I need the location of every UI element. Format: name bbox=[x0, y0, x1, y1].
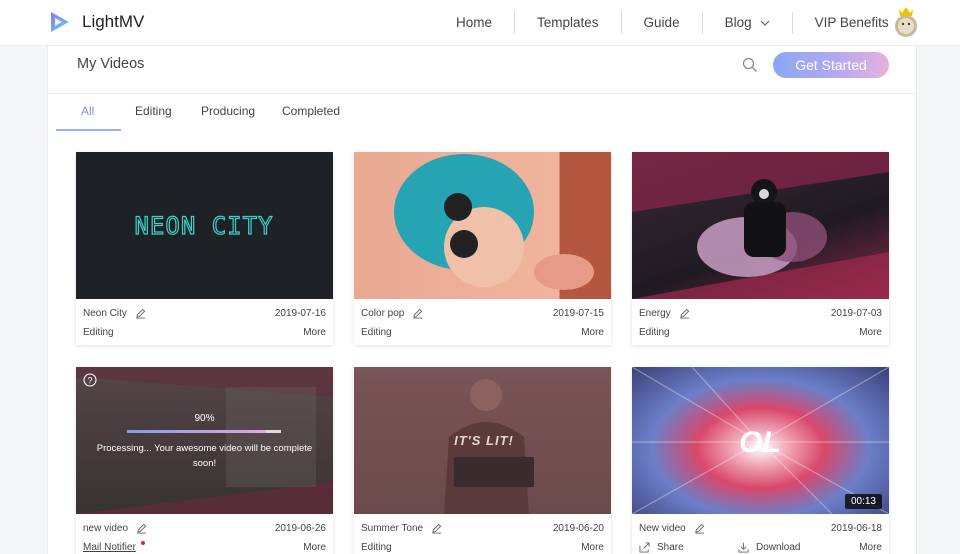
more-button[interactable]: More bbox=[581, 327, 604, 338]
video-duration: 00:13 bbox=[844, 494, 882, 509]
pencil-icon[interactable] bbox=[136, 523, 147, 534]
thumbnail-title-text: IT'S LIT! bbox=[454, 433, 514, 448]
panel-header: My Videos Get Started bbox=[48, 46, 916, 94]
video-name: Neon City bbox=[83, 308, 146, 319]
svg-text:?: ? bbox=[87, 376, 92, 386]
more-button[interactable]: More bbox=[303, 327, 326, 338]
video-status: Editing bbox=[83, 327, 114, 338]
video-name-label: Neon City bbox=[83, 308, 127, 319]
video-card: Color pop 2019-07-15 Editing More bbox=[354, 152, 611, 345]
video-name-label: Summer Tone bbox=[361, 523, 424, 534]
get-started-button[interactable]: Get Started bbox=[773, 52, 889, 78]
card-meta: New video 2019-06-18 Share Download More bbox=[632, 514, 889, 554]
active-tab-indicator bbox=[56, 129, 121, 131]
nav-blog-label: Blog bbox=[724, 15, 752, 30]
thumbnail-title-text: OL bbox=[739, 426, 781, 459]
neon-city-thumbnail-art: NEON CITY bbox=[134, 211, 273, 240]
tab-all[interactable]: All bbox=[81, 104, 94, 118]
video-date: 2019-06-26 bbox=[274, 523, 326, 534]
tab-editing[interactable]: Editing bbox=[135, 104, 172, 118]
video-name: New video bbox=[639, 523, 705, 534]
progress-bar-fill bbox=[127, 430, 266, 433]
card-meta: Summer Tone 2019-06-20 Editing More bbox=[354, 514, 611, 554]
video-thumbnail[interactable]: IT'S LIT! bbox=[354, 367, 611, 514]
more-button[interactable]: More bbox=[303, 542, 326, 553]
thumbnail-title-text: NEON CITY bbox=[134, 212, 273, 240]
card-meta: Energy 2019-07-03 Editing More bbox=[632, 299, 889, 345]
video-date: 2019-07-15 bbox=[552, 308, 604, 319]
video-name-label: new video bbox=[83, 523, 129, 534]
video-name: Summer Tone bbox=[361, 523, 442, 534]
chevron-down-icon bbox=[760, 20, 770, 26]
lightmv-logo-icon bbox=[51, 12, 69, 32]
mail-notifier-link[interactable]: Mail Notifier bbox=[83, 542, 136, 553]
card-meta: new video 2019-06-26 Mail Notifier More bbox=[76, 514, 333, 554]
share-label: Share bbox=[657, 542, 684, 553]
color-pop-thumbnail-art bbox=[394, 154, 594, 290]
processing-message: Processing... Your awesome video will be… bbox=[96, 443, 313, 469]
main-nav: Home Templates Guide Blog VIP Benefits bbox=[434, 0, 911, 46]
notification-dot bbox=[141, 541, 145, 545]
video-date: 2019-07-16 bbox=[274, 308, 326, 319]
video-date: 2019-07-03 bbox=[830, 308, 882, 319]
video-card: Energy 2019-07-03 Editing More bbox=[632, 152, 889, 345]
more-button[interactable]: More bbox=[859, 327, 882, 338]
download-label: Download bbox=[756, 542, 801, 553]
video-status: Editing bbox=[361, 542, 392, 553]
video-thumbnail[interactable] bbox=[632, 152, 889, 299]
tab-producing[interactable]: Producing bbox=[201, 104, 255, 118]
nav-blog[interactable]: Blog bbox=[703, 12, 793, 34]
video-thumbnail[interactable]: ? 90% Processing... Your awesome video w… bbox=[76, 367, 333, 514]
video-status: Editing bbox=[361, 327, 392, 338]
video-name-label: Color pop bbox=[361, 308, 405, 319]
video-name: Energy bbox=[639, 308, 690, 319]
video-name: Color pop bbox=[361, 308, 423, 319]
nav-templates[interactable]: Templates bbox=[515, 12, 622, 34]
share-icon bbox=[639, 542, 650, 553]
summer-tone-thumbnail-art: IT'S LIT! bbox=[444, 379, 534, 514]
video-thumbnail[interactable]: NEON CITY bbox=[76, 152, 333, 299]
nav-guide[interactable]: Guide bbox=[622, 12, 703, 34]
card-meta: Neon City 2019-07-16 Editing More bbox=[76, 299, 333, 345]
video-thumbnail[interactable] bbox=[354, 152, 611, 299]
tab-completed[interactable]: Completed bbox=[282, 104, 340, 118]
video-thumbnail[interactable]: OL 00:13 bbox=[632, 367, 889, 514]
pencil-icon[interactable] bbox=[412, 308, 423, 319]
video-name-label: Energy bbox=[639, 308, 671, 319]
pencil-icon[interactable] bbox=[431, 523, 442, 534]
video-date: 2019-06-20 bbox=[552, 523, 604, 534]
top-navbar: LightMV Home Templates Guide Blog VIP Be… bbox=[0, 0, 960, 46]
page-title: My Videos bbox=[77, 56, 145, 72]
search-icon[interactable] bbox=[742, 57, 758, 73]
video-card: OL 00:13 New video 2019-06-18 Share Down… bbox=[632, 367, 889, 554]
download-icon bbox=[738, 542, 749, 553]
share-button[interactable]: Share bbox=[639, 542, 684, 553]
more-button[interactable]: More bbox=[859, 542, 882, 553]
card-meta: Color pop 2019-07-15 Editing More bbox=[354, 299, 611, 345]
help-icon[interactable]: ? bbox=[83, 373, 97, 387]
video-name: new video bbox=[83, 523, 147, 534]
more-button[interactable]: More bbox=[581, 542, 604, 553]
filter-tabs: All Editing Producing Completed bbox=[48, 94, 918, 131]
video-card: NEON CITY Neon City 2019-07-16 Editing M… bbox=[76, 152, 333, 345]
pencil-icon[interactable] bbox=[694, 523, 705, 534]
pencil-icon[interactable] bbox=[135, 308, 146, 319]
progress-percent: 90% bbox=[194, 413, 215, 424]
video-name-label: New video bbox=[639, 523, 686, 534]
download-button[interactable]: Download bbox=[738, 542, 800, 553]
video-card: ? 90% Processing... Your awesome video w… bbox=[76, 367, 333, 554]
mail-notifier[interactable]: Mail Notifier bbox=[83, 541, 145, 553]
nav-home[interactable]: Home bbox=[434, 12, 516, 34]
user-avatar[interactable] bbox=[893, 5, 919, 39]
logo[interactable]: LightMV bbox=[48, 10, 144, 34]
video-status: Editing bbox=[639, 327, 670, 338]
pencil-icon[interactable] bbox=[679, 308, 690, 319]
video-date: 2019-06-18 bbox=[830, 523, 882, 534]
progress-bar bbox=[127, 430, 281, 433]
zoom-burst-thumbnail-art: OL bbox=[632, 367, 889, 514]
app-name: LightMV bbox=[82, 12, 145, 31]
energy-thumbnail-art bbox=[632, 152, 889, 299]
video-card: IT'S LIT! Summer Tone 2019-06-20 Editing… bbox=[354, 367, 611, 554]
